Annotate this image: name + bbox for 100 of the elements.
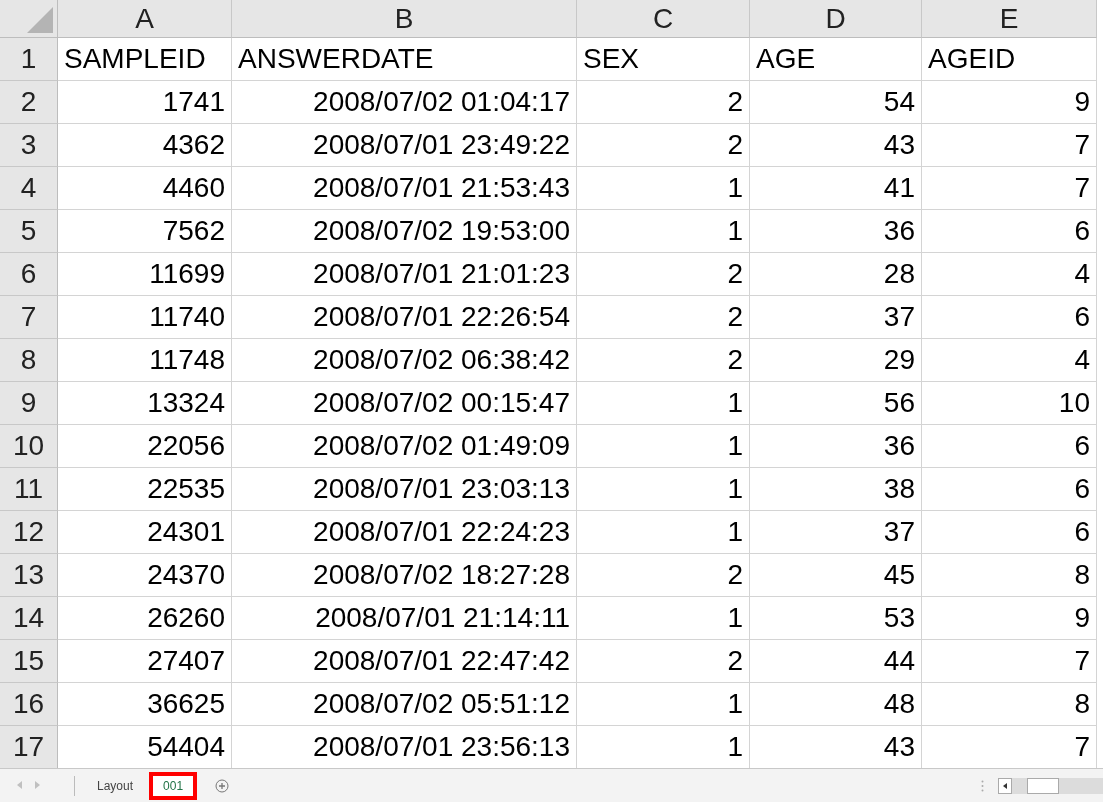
table-cell: 2	[577, 640, 750, 683]
table-cell: 1	[577, 468, 750, 511]
row-header[interactable]: 8	[0, 339, 58, 382]
table-cell: ANSWERDATE	[232, 38, 577, 81]
table-cell: 6	[922, 210, 1097, 253]
row-header[interactable]: 11	[0, 468, 58, 511]
table-cell: 27407	[58, 640, 232, 683]
table-cell: 53	[750, 597, 922, 640]
row-header[interactable]: 15	[0, 640, 58, 683]
column-header[interactable]: D	[750, 0, 922, 38]
table-cell: 7	[922, 640, 1097, 683]
sheet-tab[interactable]: Layout	[85, 771, 146, 800]
table-cell: 36	[750, 425, 922, 468]
table-cell: 2008/07/02 00:15:47	[232, 382, 577, 425]
table-cell: 28	[750, 253, 922, 296]
table-cell: 2008/07/01 23:03:13	[232, 468, 577, 511]
table-cell: 13324	[58, 382, 232, 425]
table-cell: 8	[922, 683, 1097, 726]
table-cell: 2008/07/01 21:14:11	[232, 597, 577, 640]
row-header[interactable]: 4	[0, 167, 58, 210]
table-cell: 54	[750, 81, 922, 124]
table-cell: 2008/07/01 22:47:42	[232, 640, 577, 683]
table-cell: 9	[922, 81, 1097, 124]
table-cell: AGE	[750, 38, 922, 81]
table-cell: 2008/07/02 06:38:42	[232, 339, 577, 382]
column-header[interactable]: E	[922, 0, 1097, 38]
row-header[interactable]: 7	[0, 296, 58, 339]
sheet-tab[interactable]: 001	[149, 771, 198, 800]
table-cell: 2	[577, 339, 750, 382]
table-cell: 38	[750, 468, 922, 511]
table-cell: 11740	[58, 296, 232, 339]
table-cell: 1	[577, 597, 750, 640]
row-header[interactable]: 3	[0, 124, 58, 167]
table-cell: 36	[750, 210, 922, 253]
table-cell: 7562	[58, 210, 232, 253]
table-cell: 37	[750, 511, 922, 554]
table-cell: 2008/07/02 19:53:00	[232, 210, 577, 253]
table-cell: 45	[750, 554, 922, 597]
row-header[interactable]: 16	[0, 683, 58, 726]
row-header[interactable]: 13	[0, 554, 58, 597]
horizontal-scrollbar[interactable]	[998, 777, 1103, 794]
table-cell: 1	[577, 167, 750, 210]
table-cell: 2	[577, 81, 750, 124]
table-cell: 2008/07/01 22:24:23	[232, 511, 577, 554]
table-cell: 4	[922, 253, 1097, 296]
table-cell: 1741	[58, 81, 232, 124]
column-header[interactable]: B	[232, 0, 577, 38]
table-cell: 1	[577, 683, 750, 726]
table-cell: 2008/07/01 21:53:43	[232, 167, 577, 210]
row-header[interactable]: 2	[0, 81, 58, 124]
table-cell: 7	[922, 124, 1097, 167]
table-cell: 6	[922, 511, 1097, 554]
table-cell: 26260	[58, 597, 232, 640]
table-cell: 22056	[58, 425, 232, 468]
table-cell: 44	[750, 640, 922, 683]
add-sheet-icon[interactable]	[215, 778, 230, 793]
table-cell: 2	[577, 253, 750, 296]
table-cell: 1	[577, 425, 750, 468]
table-cell: 56	[750, 382, 922, 425]
table-cell: 2008/07/02 18:27:28	[232, 554, 577, 597]
table-cell: 1	[577, 382, 750, 425]
table-cell: 48	[750, 683, 922, 726]
table-cell: 2008/07/01 21:01:23	[232, 253, 577, 296]
table-cell: 4	[922, 339, 1097, 382]
column-header[interactable]: A	[58, 0, 232, 38]
table-cell: 41	[750, 167, 922, 210]
table-cell: 2008/07/02 05:51:12	[232, 683, 577, 726]
table-cell: 24301	[58, 511, 232, 554]
column-header[interactable]: C	[577, 0, 750, 38]
table-cell: 9	[922, 597, 1097, 640]
scroll-left-icon[interactable]	[998, 777, 1012, 794]
select-all-triangle-icon[interactable]	[27, 7, 53, 33]
table-cell: SEX	[577, 38, 750, 81]
table-cell: 10	[922, 382, 1097, 425]
row-header[interactable]: 10	[0, 425, 58, 468]
table-cell: 2008/07/01 22:26:54	[232, 296, 577, 339]
row-header[interactable]: 14	[0, 597, 58, 640]
table-cell: 2008/07/01 23:49:22	[232, 124, 577, 167]
table-cell: 24370	[58, 554, 232, 597]
table-cell: 2	[577, 554, 750, 597]
row-header[interactable]: 9	[0, 382, 58, 425]
table-cell: 1	[577, 210, 750, 253]
table-cell: 36625	[58, 683, 232, 726]
table-cell: 6	[922, 468, 1097, 511]
row-header[interactable]: 1	[0, 38, 58, 81]
table-cell: 1	[577, 511, 750, 554]
row-header[interactable]: 5	[0, 210, 58, 253]
table-cell: 2008/07/02 01:04:17	[232, 81, 577, 124]
row-header[interactable]: 6	[0, 253, 58, 296]
table-cell: 29	[750, 339, 922, 382]
table-cell: AGEID	[922, 38, 1097, 81]
row-header[interactable]: 12	[0, 511, 58, 554]
table-cell: 4362	[58, 124, 232, 167]
table-cell: 2	[577, 296, 750, 339]
table-cell: 6	[922, 296, 1097, 339]
table-cell: 2008/07/02 01:49:09	[232, 425, 577, 468]
table-cell: 37	[750, 296, 922, 339]
table-cell: 11748	[58, 339, 232, 382]
row-header[interactable]: 17	[0, 726, 58, 768]
table-cell: 22535	[58, 468, 232, 511]
